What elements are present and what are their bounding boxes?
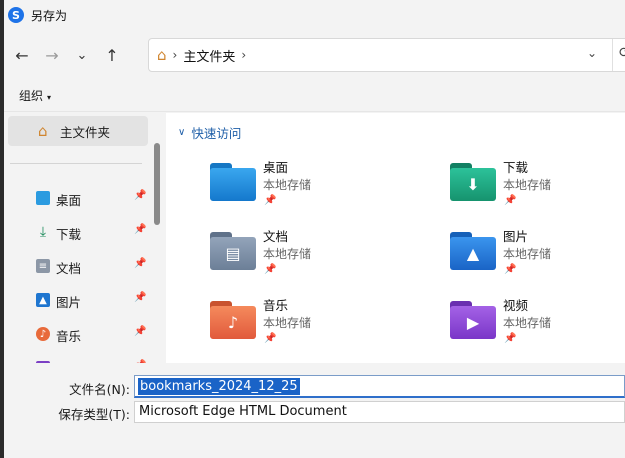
sidebar-item-videos[interactable]: ▶ 视频 📌 [4, 353, 149, 363]
pin-icon[interactable]: 📌 [134, 326, 146, 337]
tile-downloads[interactable]: ⬇ 下载 本地存储 📌 [450, 157, 625, 217]
music-icon: ♪ [36, 327, 50, 341]
sidebar-item-desktop[interactable]: 桌面 📌 [4, 183, 149, 213]
home-icon: ⌂ [38, 122, 48, 140]
download-icon: ⤓ [39, 224, 47, 240]
document-icon: ≡ [36, 259, 50, 273]
address-divider [612, 39, 613, 71]
tile-desktop[interactable]: 桌面 本地存储 📌 [210, 157, 410, 217]
pictures-folder-icon: ▲ [450, 232, 496, 270]
back-arrow-icon[interactable]: ← [7, 40, 37, 70]
sidebar-item-label: 音乐 [56, 329, 82, 344]
desktop-folder-icon [210, 163, 256, 201]
tile-subtitle: 本地存储 [503, 247, 552, 261]
filetype-label: 保存类型(T): [58, 407, 130, 422]
filename-input[interactable]: bookmarks_2024_12_25 [138, 378, 300, 395]
tile-subtitle: 本地存储 [503, 178, 552, 192]
videos-folder-icon: ▶ [450, 301, 496, 339]
quick-access-header[interactable]: ∨ 快速访问 [178, 123, 241, 142]
save-as-dialog: S 另存为 ← → ⌄ ↑ ⌂ › 主文件夹 › ⌄ ⟳ 组织 ▾ ⌂ 主文件夹 … [0, 0, 625, 458]
tile-name: 视频 [503, 298, 529, 313]
tile-name: 下载 [503, 160, 529, 175]
pin-icon[interactable]: 📌 [134, 190, 146, 201]
sidebar-item-pictures[interactable]: ▲ 图片 📌 [4, 285, 149, 315]
chevron-down-icon[interactable]: ∨ [178, 127, 185, 138]
sidebar-item-documents[interactable]: ≡ 文档 📌 [4, 251, 149, 281]
address-bar[interactable]: ⌂ › 主文件夹 › ⌄ ⟳ [148, 38, 625, 72]
sidebar-item-label: 桌面 [56, 193, 82, 208]
documents-folder-icon: ▤ [210, 232, 256, 270]
app-logo-icon: S [8, 7, 24, 23]
tile-name: 图片 [503, 229, 529, 244]
sidebar-item-music[interactable]: ♪ 音乐 📌 [4, 319, 149, 349]
pin-icon: 📌 [504, 264, 517, 275]
sidebar-item-home[interactable]: ⌂ 主文件夹 [8, 116, 148, 146]
filetype-select[interactable]: Microsoft Edge HTML Document [134, 401, 625, 423]
desktop-icon [36, 191, 50, 205]
sidebar-scroll-thumb[interactable] [154, 143, 160, 225]
pin-icon[interactable]: 📌 [134, 224, 146, 235]
pin-icon: 📌 [264, 333, 277, 344]
tile-subtitle: 本地存储 [503, 316, 552, 330]
tile-name: 文档 [263, 229, 289, 244]
section-title: 快速访问 [191, 126, 242, 141]
pin-icon[interactable]: 📌 [134, 292, 146, 303]
tile-name: 音乐 [263, 298, 289, 313]
tile-pictures[interactable]: ▲ 图片 本地存储 📌 [450, 226, 625, 286]
up-arrow-icon[interactable]: ↑ [97, 40, 127, 70]
tile-documents[interactable]: ▤ 文档 本地存储 📌 [210, 226, 410, 286]
sidebar-divider [10, 163, 142, 164]
tile-music[interactable]: ♪ 音乐 本地存储 📌 [210, 295, 410, 355]
file-list-pane: ∨ 快速访问 桌面 本地存储 📌 ⬇ 下载 本地存储 📌 ▤ 文档 本地存储 📌… [166, 113, 625, 363]
tile-subtitle: 本地存储 [263, 178, 312, 192]
downloads-folder-icon: ⬇ [450, 163, 496, 201]
navigation-pane: ⌂ 主文件夹 桌面 📌 ⤓ 下载 📌 ≡ 文档 📌 ▲ 图片 📌 ♪ 音乐 📌 [4, 113, 164, 363]
tile-subtitle: 本地存储 [263, 316, 312, 330]
organize-button[interactable]: 组织 ▾ [19, 87, 51, 104]
pictures-icon: ▲ [36, 293, 50, 307]
sidebar-item-label: 图片 [56, 295, 82, 310]
title-bar: S 另存为 [4, 0, 625, 30]
navigation-row: ← → ⌄ ↑ ⌂ › 主文件夹 › ⌄ ⟳ [4, 36, 625, 74]
sidebar-scrollbar[interactable] [153, 143, 161, 363]
sidebar-item-label: 下载 [56, 227, 82, 242]
music-folder-icon: ♪ [210, 301, 256, 339]
refresh-icon[interactable]: ⟳ [619, 45, 625, 61]
sidebar-item-label: 文档 [56, 261, 82, 276]
filename-label: 文件名(N): [69, 382, 130, 397]
breadcrumb-home[interactable]: 主文件夹 [183, 46, 235, 65]
window-title: 另存为 [31, 8, 68, 23]
pin-icon: 📌 [504, 195, 517, 206]
breadcrumb-trailing-separator[interactable]: › [241, 48, 246, 62]
forward-arrow-icon[interactable]: → [37, 40, 67, 70]
organize-caret-icon: ▾ [47, 93, 52, 102]
sidebar-item-downloads[interactable]: ⤓ 下载 📌 [4, 217, 149, 247]
tile-subtitle: 本地存储 [263, 247, 312, 261]
pin-icon: 📌 [264, 264, 277, 275]
home-icon: ⌂ [157, 46, 167, 64]
recent-locations-chevron-icon[interactable]: ⌄ [67, 40, 97, 70]
command-bar: 组织 ▾ [4, 80, 625, 112]
address-dropdown-icon[interactable]: ⌄ [587, 46, 597, 60]
filename-field[interactable]: bookmarks_2024_12_25 [134, 375, 625, 398]
tile-name: 桌面 [263, 160, 289, 175]
pin-icon[interactable]: 📌 [134, 258, 146, 269]
sidebar-item-label: 主文件夹 [60, 124, 111, 140]
pin-icon: 📌 [264, 195, 277, 206]
breadcrumb-separator[interactable]: › [173, 48, 178, 62]
tile-videos[interactable]: ▶ 视频 本地存储 📌 [450, 295, 625, 355]
pin-icon: 📌 [504, 333, 517, 344]
save-form: 文件名(N): bookmarks_2024_12_25 保存类型(T): Mi… [4, 363, 625, 458]
